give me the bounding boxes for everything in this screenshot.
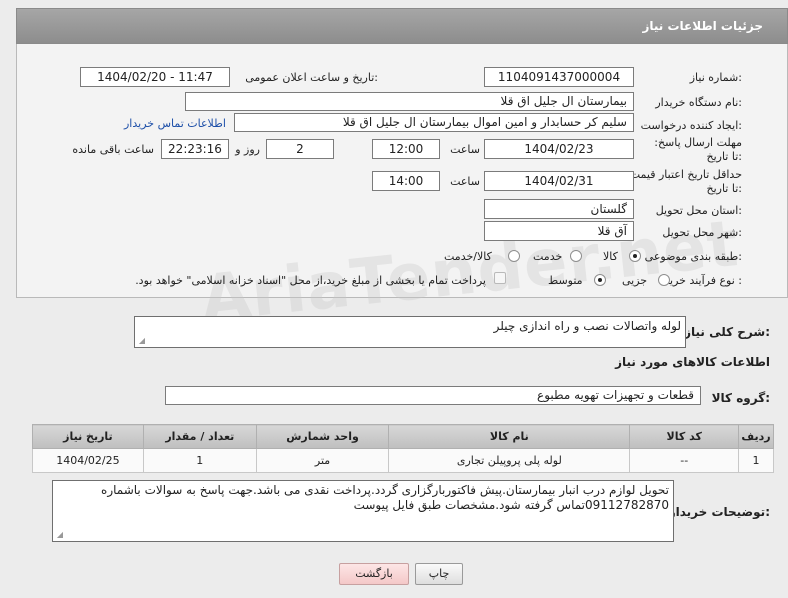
goods-group-field: قطعات و تجهیزات تهویه مطبوع [165, 386, 701, 405]
process-option-minor: جزیی [622, 274, 648, 287]
column-header: تاریخ نیاز [32, 424, 144, 449]
announce-field: 1404/02/20 - 11:47 [80, 67, 230, 87]
price-date-field: 1404/02/31 [484, 171, 634, 191]
creator-label: ایجاد کننده درخواست: [640, 119, 742, 132]
goods-table: ردیف کد کالا نام کالا واحد شمارش تعداد /… [32, 424, 774, 473]
process-label: نوع فرآیند خرید : [664, 274, 742, 287]
category-option-goods-service: کالا/خدمت [444, 250, 492, 263]
category-option-goods: کالا [603, 250, 618, 263]
days-field: 2 [266, 139, 334, 159]
column-header: واحد شمارش [255, 424, 390, 449]
column-header: نام کالا [388, 424, 631, 449]
city-label: شهر محل تحویل: [662, 226, 742, 239]
cell-item-name: لوله پلی پروپیلن تجاری [388, 448, 631, 473]
column-header: تعداد / مقدار [142, 424, 257, 449]
goods-group-label: گروه کالا: [711, 391, 770, 405]
category-radio-goods[interactable] [629, 250, 641, 262]
table-header-row: ردیف کد کالا نام کالا واحد شمارش تعداد /… [32, 424, 774, 449]
buyer-notes-textarea[interactable]: تحویل لوازم درب انبار بیمارستان.پیش فاکت… [52, 480, 674, 542]
description-text: لوله واتصالات نصب و راه اندازی چیلر [493, 319, 681, 333]
remaining-label: ساعت باقی مانده [72, 143, 154, 156]
process-radio-medium[interactable] [594, 274, 606, 286]
price-deadline-label: حداقل تاریخ اعتبار قیمت: تا تاریخ: [626, 168, 742, 195]
panel-header: جزئیات اطلاعات نیاز [16, 8, 788, 44]
contact-info-link[interactable]: اطلاعات تماس خریدار [124, 117, 226, 130]
treasury-checkbox[interactable] [494, 272, 506, 284]
days-label: روز و [235, 143, 260, 156]
resize-grip-icon[interactable]: ◢ [55, 531, 63, 539]
creator-field: سلیم کر حسابدار و امین اموال بیمارستان ا… [234, 113, 634, 132]
price-time-field: 14:00 [372, 171, 440, 191]
description-textarea[interactable]: لوله واتصالات نصب و راه اندازی چیلر ◢ [134, 316, 686, 348]
deadline-time-label: ساعت [450, 143, 480, 156]
province-field: گلستان [484, 199, 634, 219]
deadline-date-field: 1404/02/23 [484, 139, 634, 159]
back-button[interactable]: بازگشت [339, 563, 409, 585]
buyer-org-field: بیمارستان ال جلیل اق قلا [185, 92, 634, 111]
cell-need-date: 1404/02/25 [32, 448, 144, 473]
category-option-service: خدمت [533, 250, 563, 263]
column-header: کد کالا [629, 424, 740, 449]
resize-grip-icon[interactable]: ◢ [137, 337, 145, 345]
category-label: طبقه بندی موضوعی: [644, 250, 742, 263]
deadline-time-field: 12:00 [372, 139, 440, 159]
category-radio-service[interactable] [570, 250, 582, 262]
process-option-medium: متوسط [548, 274, 583, 287]
table-row[interactable]: 1 -- لوله پلی پروپیلن تجاری متر 1 1404/0… [32, 448, 774, 473]
cell-quantity: 1 [142, 448, 257, 473]
payment-note: پرداخت تمام یا بخشی از مبلغ خرید،از محل … [135, 274, 486, 287]
buyer-org-label: نام دستگاه خریدار: [655, 96, 742, 109]
goods-section-title: اطلاعات کالاهای مورد نیاز [615, 355, 770, 369]
cell-unit: متر [255, 448, 390, 473]
process-radio-minor[interactable] [658, 274, 670, 286]
city-field: آق قلا [484, 221, 634, 241]
need-number-label: شماره نیاز: [689, 71, 742, 84]
announce-label: تاریخ و ساعت اعلان عمومی: [245, 71, 378, 84]
cell-item-code: -- [629, 448, 740, 473]
deadline-label: مهلت ارسال پاسخ: تا تاریخ: [654, 136, 742, 163]
print-button[interactable]: چاپ [415, 563, 463, 585]
price-time-label: ساعت [450, 175, 480, 188]
buyer-notes-label: توضیحات خریدار: [668, 505, 770, 519]
column-header: ردیف [738, 424, 774, 449]
cell-row-number: 1 [738, 448, 774, 473]
need-number-field: 1104091437000004 [484, 67, 634, 87]
buyer-notes-text: تحویل لوازم درب انبار بیمارستان.پیش فاکت… [101, 483, 669, 512]
category-radio-goods-service[interactable] [508, 250, 520, 262]
remaining-time-field: 22:23:16 [161, 139, 229, 159]
province-label: استان محل تحویل: [655, 204, 742, 217]
page-title: جزئیات اطلاعات نیاز [642, 19, 763, 33]
description-label: شرح کلی نیاز: [684, 325, 770, 339]
